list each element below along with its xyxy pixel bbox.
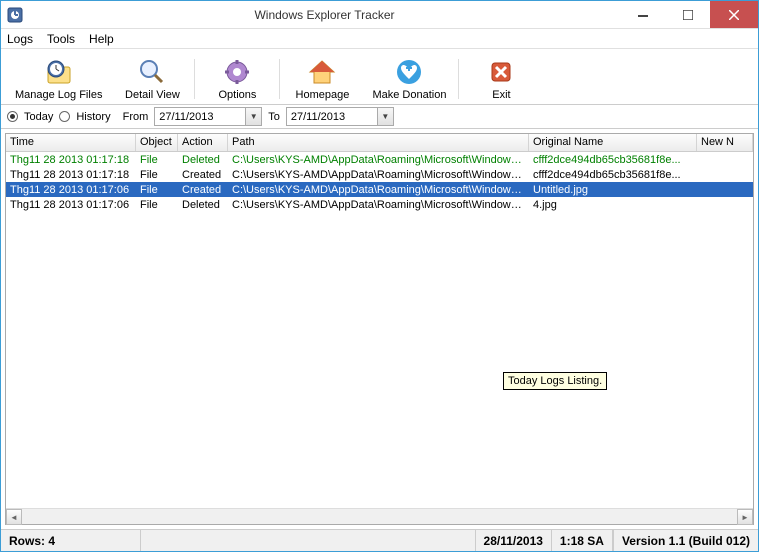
options-button[interactable]: Options	[197, 55, 277, 103]
toolbar: Manage Log Files Detail View Options Hom…	[1, 49, 758, 105]
today-radio[interactable]	[7, 111, 18, 122]
menu-help[interactable]: Help	[89, 32, 114, 46]
filter-bar: Today History From ▼ To ▼	[1, 105, 758, 129]
col-original-name[interactable]: Original Name	[529, 134, 697, 151]
col-path[interactable]: Path	[228, 134, 529, 151]
chevron-down-icon[interactable]: ▼	[377, 108, 393, 125]
magnifier-icon	[137, 57, 167, 87]
tooltip: Today Logs Listing.	[503, 372, 607, 390]
clock-folder-icon	[44, 57, 74, 87]
col-time[interactable]: Time	[6, 134, 136, 151]
history-radio[interactable]	[59, 111, 70, 122]
from-label: From	[123, 111, 149, 123]
col-new-name[interactable]: New N	[697, 134, 753, 151]
menu-tools[interactable]: Tools	[47, 32, 75, 46]
homepage-button[interactable]: Homepage	[282, 55, 362, 103]
scroll-left-button[interactable]: ◄	[6, 509, 22, 525]
col-action[interactable]: Action	[178, 134, 228, 151]
scroll-right-button[interactable]: ►	[737, 509, 753, 525]
chevron-down-icon[interactable]: ▼	[245, 108, 261, 125]
titlebar[interactable]: Windows Explorer Tracker	[1, 1, 758, 29]
status-time: 1:18 SA	[551, 530, 613, 551]
heart-icon	[394, 57, 424, 87]
maximize-button[interactable]	[665, 1, 710, 28]
horizontal-scrollbar[interactable]: ◄ ►	[6, 508, 753, 524]
home-icon	[307, 57, 337, 87]
col-object[interactable]: Object	[136, 134, 178, 151]
to-date-input[interactable]: ▼	[286, 107, 394, 126]
menu-logs[interactable]: Logs	[7, 32, 33, 46]
status-bar: Rows: 4 28/11/2013 1:18 SA Version 1.1 (…	[1, 529, 758, 551]
status-rows: Rows: 4	[1, 530, 141, 551]
table-row[interactable]: Thg11 28 2013 01:17:18FileCreatedC:\User…	[6, 167, 753, 182]
grid-header: Time Object Action Path Original Name Ne…	[6, 134, 753, 152]
to-label: To	[268, 111, 280, 123]
today-label: Today	[24, 111, 53, 123]
grid-body[interactable]: Thg11 28 2013 01:17:18FileDeletedC:\User…	[6, 152, 753, 508]
status-date: 28/11/2013	[475, 530, 551, 551]
menubar: Logs Tools Help	[1, 29, 758, 49]
close-button[interactable]	[710, 1, 758, 28]
from-date-input[interactable]: ▼	[154, 107, 262, 126]
manage-log-files-button[interactable]: Manage Log Files	[5, 55, 112, 103]
minimize-button[interactable]	[620, 1, 665, 28]
window-title: Windows Explorer Tracker	[29, 8, 620, 22]
table-row[interactable]: Thg11 28 2013 01:17:06FileCreatedC:\User…	[6, 182, 753, 197]
status-version: Version 1.1 (Build 012)	[613, 530, 758, 551]
log-grid: Time Object Action Path Original Name Ne…	[5, 133, 754, 525]
app-icon	[7, 7, 23, 23]
table-row[interactable]: Thg11 28 2013 01:17:18FileDeletedC:\User…	[6, 152, 753, 167]
make-donation-button[interactable]: Make Donation	[362, 55, 456, 103]
exit-icon	[486, 57, 516, 87]
table-row[interactable]: Thg11 28 2013 01:17:06FileDeletedC:\User…	[6, 197, 753, 212]
exit-button[interactable]: Exit	[461, 55, 541, 103]
gear-icon	[222, 57, 252, 87]
detail-view-button[interactable]: Detail View	[112, 55, 192, 103]
history-label: History	[76, 111, 110, 123]
